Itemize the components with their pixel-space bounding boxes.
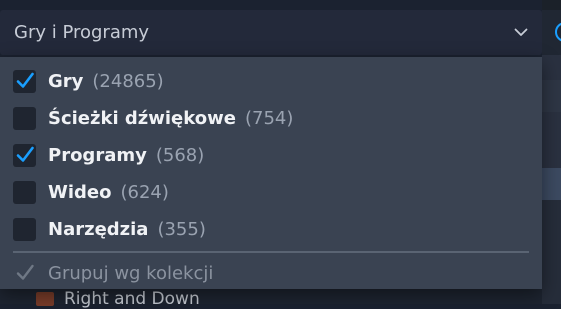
filter-option-games[interactable]: Gry (24865) — [0, 63, 542, 100]
option-label: Gry — [48, 71, 84, 92]
checkmark-icon — [16, 146, 34, 162]
group-by-collection-option[interactable]: Grupuj wg kolekcji — [0, 255, 542, 292]
checkbox[interactable] — [13, 218, 36, 241]
checkmark-icon — [16, 264, 34, 280]
option-count: (24865) — [92, 71, 164, 92]
dropdown-selected-label: Gry i Programy — [14, 22, 150, 43]
filter-option-video[interactable]: Wideo (624) — [0, 174, 542, 211]
background-row — [542, 80, 561, 112]
option-count: (568) — [155, 145, 205, 166]
option-label: Programy — [48, 145, 147, 166]
background-row-highlighted — [542, 168, 561, 200]
checkmark-icon — [16, 72, 34, 88]
dropdown-menu: Gry (24865) Ścieżki dźwiękowe (754) Progra… — [0, 57, 542, 289]
background-panel — [542, 55, 561, 80]
option-label: Ścieżki dźwiękowe — [48, 108, 236, 129]
option-label: Grupuj wg kolekcji — [48, 263, 214, 284]
filter-option-tools[interactable]: Narzędzia (355) — [0, 211, 542, 248]
filter-option-software[interactable]: Programy (568) — [0, 137, 542, 174]
checkbox[interactable] — [13, 70, 36, 93]
option-label: Narzędzia — [48, 219, 149, 240]
checkbox[interactable] — [13, 181, 36, 204]
option-count: (754) — [244, 108, 294, 129]
filter-option-soundtracks[interactable]: Ścieżki dźwiękowe (754) — [0, 100, 542, 137]
menu-divider — [13, 251, 529, 253]
game-title: Right and Down — [64, 289, 200, 309]
option-count: (355) — [157, 219, 206, 240]
content-type-dropdown[interactable]: Gry i Programy — [0, 10, 542, 55]
option-count: (624) — [120, 182, 169, 203]
checkbox[interactable] — [13, 144, 36, 167]
checkbox[interactable] — [13, 262, 36, 285]
background-row — [542, 200, 561, 304]
background-panel — [542, 0, 561, 10]
chevron-down-icon — [514, 28, 528, 36]
checkbox[interactable] — [13, 107, 36, 130]
option-label: Wideo — [48, 182, 112, 203]
background-row — [542, 112, 561, 168]
